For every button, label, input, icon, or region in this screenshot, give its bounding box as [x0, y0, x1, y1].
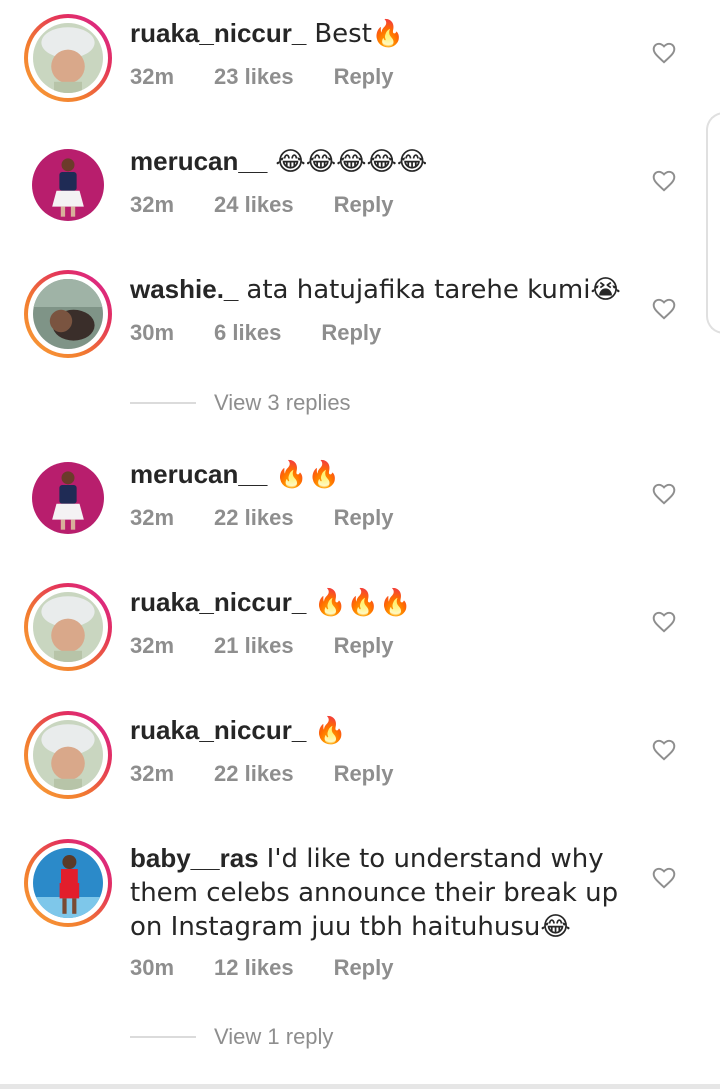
reply-button[interactable]: Reply [334, 955, 394, 980]
user-avatar-icon [32, 462, 104, 534]
comment-meta: 32m 24 likes Reply [130, 192, 393, 218]
comment-text: ata hatujafika tarehe kumi😭 [246, 275, 621, 305]
heart-outline-icon[interactable] [651, 40, 677, 66]
reply-button[interactable]: Reply [321, 320, 381, 345]
comment-username[interactable]: baby__ras [130, 843, 259, 873]
comment-meta: 30m 6 likes Reply [130, 320, 381, 346]
comment-username[interactable]: merucan__ [130, 146, 267, 176]
comment-text: 🔥🔥🔥 [314, 588, 412, 618]
comment-text: Best🔥 [314, 19, 405, 49]
view-replies-button[interactable]: View 3 replies [130, 390, 351, 416]
comment-meta: 32m 23 likes Reply [130, 64, 393, 90]
heart-outline-icon[interactable] [651, 865, 677, 891]
bottom-divider [0, 1084, 720, 1089]
avatar[interactable] [32, 462, 104, 534]
comment-likes[interactable]: 22 likes [214, 505, 294, 530]
comment-body: merucan__ 🔥🔥 [130, 458, 630, 492]
comment-username[interactable]: ruaka_niccur_ [130, 18, 306, 48]
comment-likes[interactable]: 23 likes [214, 64, 294, 89]
view-replies-label[interactable]: View 1 reply [214, 1024, 333, 1050]
comment-time: 32m [130, 761, 175, 786]
heart-outline-icon[interactable] [651, 737, 677, 763]
comment-text: 😂😂😂😂😂 [275, 147, 428, 177]
divider [130, 402, 196, 404]
comment-likes[interactable]: 24 likes [214, 192, 294, 217]
story-ring[interactable] [24, 270, 112, 358]
view-replies-button[interactable]: View 1 reply [130, 1024, 333, 1050]
comment-body: ruaka_niccur_ Best🔥 [130, 17, 630, 51]
user-avatar-icon [33, 592, 103, 662]
story-ring[interactable] [24, 14, 112, 102]
story-ring[interactable] [24, 583, 112, 671]
comment-text: 🔥🔥 [275, 460, 341, 490]
comment-meta: 32m 22 likes Reply [130, 761, 393, 787]
comment-username[interactable]: ruaka_niccur_ [130, 715, 306, 745]
heart-outline-icon[interactable] [651, 481, 677, 507]
story-ring[interactable] [24, 711, 112, 799]
comment-text: 🔥 [314, 716, 347, 746]
comment-likes[interactable]: 12 likes [214, 955, 294, 980]
reply-button[interactable]: Reply [334, 505, 394, 530]
comment-time: 32m [130, 64, 175, 89]
user-avatar-icon [33, 23, 103, 93]
comment-time: 32m [130, 192, 175, 217]
divider [130, 1036, 196, 1038]
comment-time: 30m [130, 955, 175, 980]
comment-likes[interactable]: 22 likes [214, 761, 294, 786]
user-avatar-icon [33, 720, 103, 790]
comment-time: 32m [130, 505, 175, 530]
comment-username[interactable]: ruaka_niccur_ [130, 587, 306, 617]
comment-username[interactable]: merucan__ [130, 459, 267, 489]
comment-body: baby__ras I'd like to understand why them… [130, 842, 630, 944]
comment-body: washie._ ata hatujafika tarehe kumi😭 [130, 273, 630, 307]
view-replies-label[interactable]: View 3 replies [214, 390, 351, 416]
comment-likes[interactable]: 21 likes [214, 633, 294, 658]
user-avatar-icon [33, 279, 103, 349]
comment-likes[interactable]: 6 likes [214, 320, 281, 345]
comment-body: ruaka_niccur_ 🔥 [130, 714, 630, 748]
side-sheet-edge[interactable] [706, 112, 720, 334]
user-avatar-icon [33, 848, 103, 918]
comment-time: 30m [130, 320, 175, 345]
comment-meta: 32m 21 likes Reply [130, 633, 393, 659]
comment-meta: 32m 22 likes Reply [130, 505, 393, 531]
heart-outline-icon[interactable] [651, 609, 677, 635]
user-avatar-icon [32, 149, 104, 221]
reply-button[interactable]: Reply [334, 192, 394, 217]
comment-meta: 30m 12 likes Reply [130, 955, 393, 981]
comment-time: 32m [130, 633, 175, 658]
reply-button[interactable]: Reply [334, 633, 394, 658]
comment-body: ruaka_niccur_ 🔥🔥🔥 [130, 586, 630, 620]
avatar[interactable] [32, 149, 104, 221]
reply-button[interactable]: Reply [334, 64, 394, 89]
heart-outline-icon[interactable] [651, 168, 677, 194]
story-ring[interactable] [24, 839, 112, 927]
reply-button[interactable]: Reply [334, 761, 394, 786]
heart-outline-icon[interactable] [651, 296, 677, 322]
comment-username[interactable]: washie._ [130, 274, 238, 304]
comment-body: merucan__ 😂😂😂😂😂 [130, 145, 630, 179]
